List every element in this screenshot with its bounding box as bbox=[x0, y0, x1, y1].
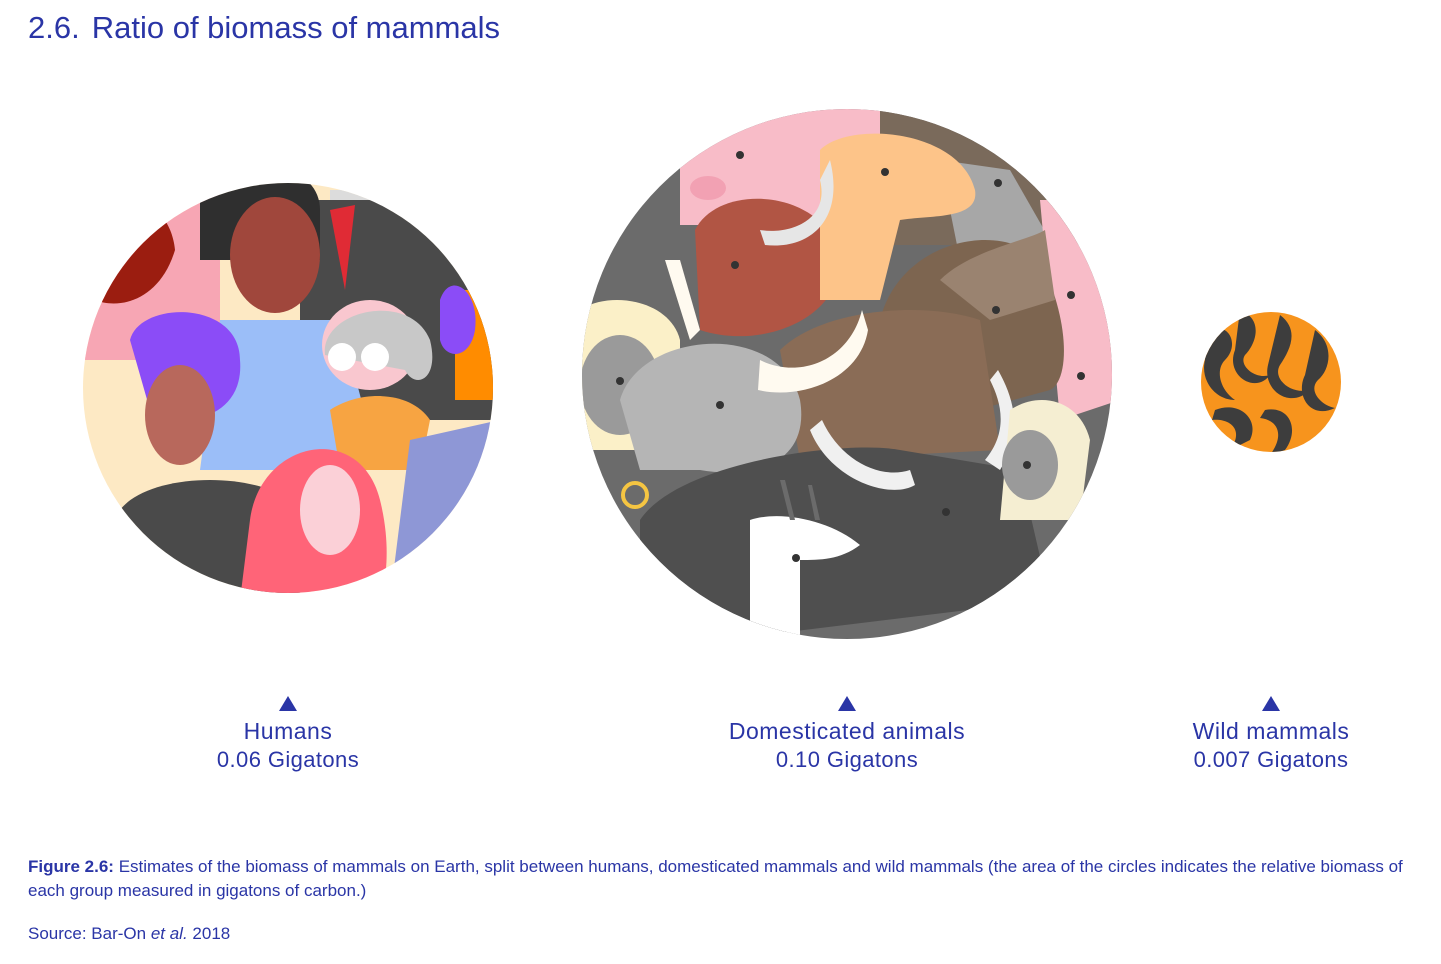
source-line: Source: Bar-On et al. 2018 bbox=[28, 924, 230, 944]
category-value: 0.10 Gigatons bbox=[775, 747, 919, 772]
source-suffix: 2018 bbox=[187, 924, 231, 943]
triangle-up-icon bbox=[279, 696, 297, 711]
wild-label: Wild mammals 0.007 Gigatons bbox=[1071, 696, 1441, 775]
source-prefix: Source: Bar-On bbox=[28, 924, 151, 943]
triangle-up-icon bbox=[1262, 696, 1280, 711]
humans-bubble bbox=[83, 183, 493, 593]
wild-bubble bbox=[1201, 312, 1341, 452]
figure-caption: Figure 2.6: Estimates of the biomass of … bbox=[28, 855, 1408, 903]
category-name: Wild mammals bbox=[1192, 718, 1350, 744]
humans-label: Humans 0.06 Gigatons bbox=[88, 696, 488, 775]
domesticated-label: Domesticated animals 0.10 Gigatons bbox=[647, 696, 1047, 775]
category-value: 0.007 Gigatons bbox=[1193, 747, 1349, 772]
caption-label: Figure 2.6: bbox=[28, 857, 114, 876]
category-name: Humans bbox=[243, 718, 333, 744]
triangle-up-icon bbox=[838, 696, 856, 711]
category-name: Domesticated animals bbox=[728, 718, 966, 744]
domesticated-bubble bbox=[582, 109, 1112, 639]
caption-text: Estimates of the biomass of mammals on E… bbox=[28, 857, 1403, 900]
source-italic: et al. bbox=[150, 924, 188, 943]
category-value: 0.06 Gigatons bbox=[216, 747, 360, 772]
